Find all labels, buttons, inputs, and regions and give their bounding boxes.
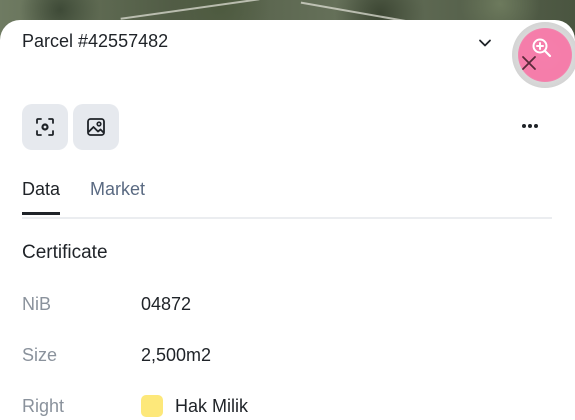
more-horizontal-icon [522,124,538,128]
parcel-panel [0,20,575,420]
size-value: 2,500m2 [141,345,212,365]
close-icon [522,56,536,70]
image-icon [87,118,105,136]
tab-market[interactable]: Market [90,179,145,212]
right-label: Right [22,396,65,416]
parcel-title: Parcel #42557482 [22,31,169,51]
right-color-swatch [141,395,163,417]
nib-value: 04872 [141,294,192,314]
tab-bar: Data Market [22,179,552,219]
more-options-button[interactable] [518,116,542,136]
nib-label: NiB [22,294,52,314]
image-button[interactable] [73,104,119,150]
right-value: Hak Milik [175,396,249,416]
tab-data[interactable]: Data [22,179,61,215]
map-road [120,0,260,20]
certificate-section-title: Certificate [22,242,108,263]
scan-focus-icon [36,118,54,136]
scan-focus-button[interactable] [22,104,68,150]
size-label: Size [22,345,58,365]
zoom-in-button[interactable] [512,22,575,88]
chevron-down-icon [479,39,491,47]
collapse-button[interactable] [474,32,496,54]
